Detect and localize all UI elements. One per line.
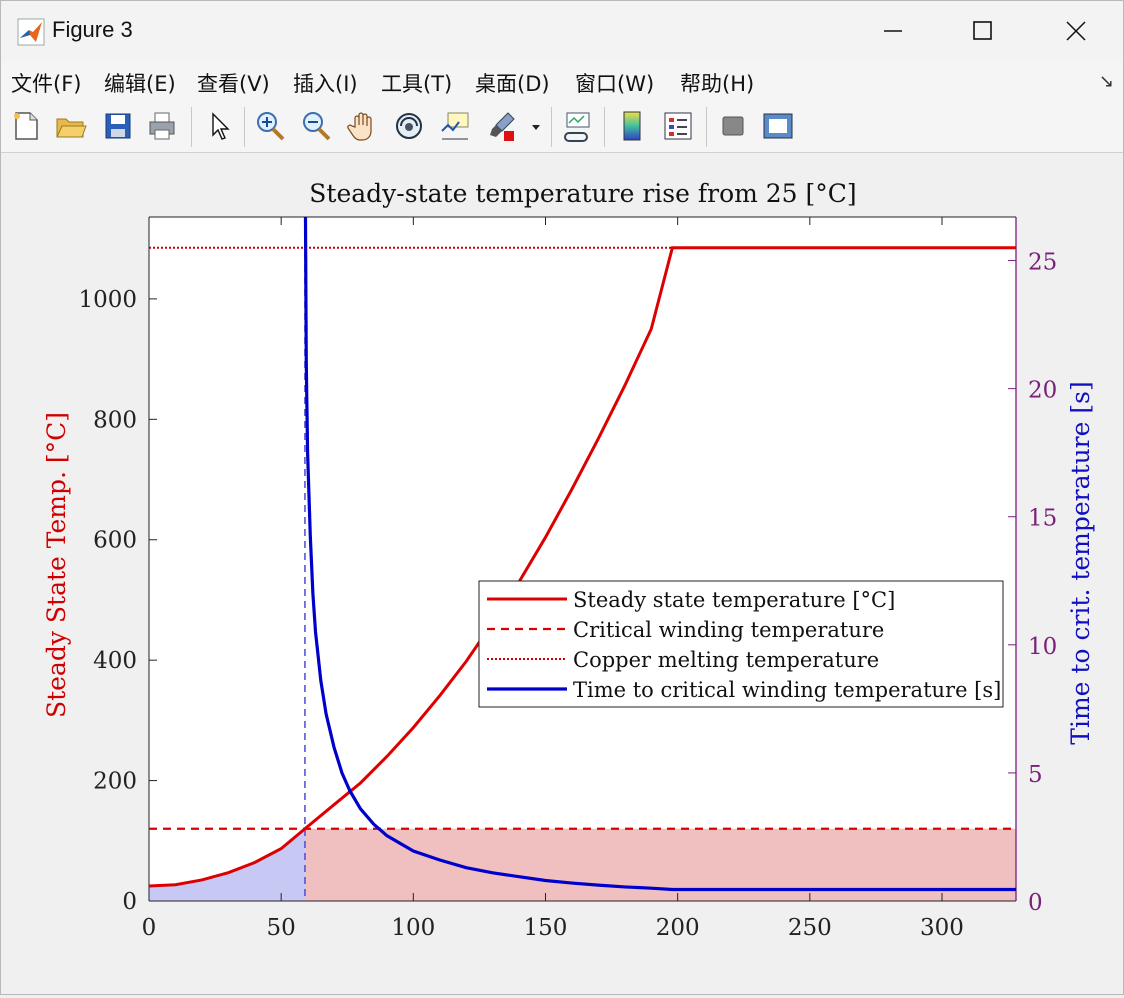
legend-item-label: Steady state temperature [°C] — [573, 588, 895, 612]
minimize-button[interactable] — [873, 13, 913, 49]
y-axis-left-label: Steady State Temp. [°C] — [42, 412, 71, 718]
print-icon[interactable] — [146, 109, 180, 143]
rotate-3d-icon[interactable] — [392, 109, 426, 143]
zoom-in-icon[interactable] — [253, 109, 287, 143]
plot-background — [149, 217, 1016, 901]
plot-area: 0 50 100 150 200 250 300 0 200 400 600 800 1000 0 5 10 1… — [78, 216, 1057, 941]
menu-insert[interactable]: 插入(I) — [293, 68, 358, 98]
menu-desktop[interactable]: 桌面(D) — [475, 68, 550, 98]
x-tick-label: 0 — [142, 915, 157, 941]
menu-edit[interactable]: 编辑(E) — [104, 68, 176, 98]
x-tick-label: 150 — [524, 915, 568, 941]
toolbar-separator — [551, 107, 552, 147]
y-axis-right-label: Time to crit. temperature [s] — [1066, 381, 1095, 744]
y-left-tick-label: 400 — [93, 648, 137, 674]
title-bar: Figure 3 — [1, 1, 1123, 61]
show-plot-tools-icon[interactable] — [761, 109, 795, 143]
figure-window: Figure 3 文件(F) 编辑(E) 查看(V) 插入(I) 工具(T) 桌… — [0, 0, 1124, 995]
legend: Steady state temperature [°C] Critical wi… — [478, 580, 1004, 708]
x-tick-label: 250 — [788, 915, 832, 941]
data-cursor-icon[interactable] — [438, 109, 472, 143]
chart-title: Steady-state temperature rise from 25 [°… — [309, 179, 856, 208]
menu-dock-arrow-icon[interactable]: ↘ — [1099, 71, 1114, 92]
x-tick-label: 100 — [391, 915, 435, 941]
toolbar — [1, 101, 1123, 153]
y-right-tick-label: 5 — [1028, 762, 1043, 788]
link-plot-icon[interactable] — [561, 109, 595, 143]
y-left-tick-label: 800 — [93, 407, 137, 433]
x-tick-label: 50 — [267, 915, 296, 941]
toolbar-separator — [604, 107, 605, 147]
y-right-tick-label: 25 — [1028, 250, 1057, 276]
pointer-icon[interactable] — [203, 109, 237, 143]
x-tick-label: 200 — [656, 915, 700, 941]
close-icon — [1066, 21, 1086, 41]
maximize-button[interactable] — [963, 13, 1003, 49]
x-tick-label: 300 — [920, 915, 964, 941]
menu-view[interactable]: 查看(V) — [197, 68, 270, 98]
zoom-out-icon[interactable] — [299, 109, 333, 143]
close-button[interactable] — [1056, 13, 1096, 49]
pan-hand-icon[interactable] — [346, 109, 380, 143]
save-icon[interactable] — [101, 109, 135, 143]
chart[interactable]: Steady-state temperature rise from 25 [°… — [1, 153, 1123, 994]
hide-plot-tools-icon[interactable] — [716, 109, 750, 143]
open-folder-icon[interactable] — [53, 109, 87, 143]
legend-icon[interactable] — [661, 109, 695, 143]
y-right-tick-label: 20 — [1028, 378, 1057, 404]
toolbar-separator — [706, 107, 707, 147]
toolbar-separator — [191, 107, 192, 147]
legend-item-label: Time to critical winding temperature [s] — [573, 678, 1001, 702]
menu-file[interactable]: 文件(F) — [11, 68, 81, 98]
y-left-tick-label: 0 — [122, 889, 137, 915]
y-left-tick-label: 600 — [93, 528, 137, 554]
menu-bar: 文件(F) 编辑(E) 查看(V) 插入(I) 工具(T) 桌面(D) 窗口(W… — [1, 61, 1123, 102]
y-left-tick-label: 1000 — [78, 287, 137, 313]
new-file-icon[interactable] — [9, 109, 43, 143]
menu-tools[interactable]: 工具(T) — [381, 68, 452, 98]
matlab-app-icon — [17, 18, 45, 46]
colorbar-icon[interactable] — [615, 109, 649, 143]
y-right-tick-label: 10 — [1028, 634, 1057, 660]
y-left-tick-label: 200 — [93, 769, 137, 795]
minimize-icon — [884, 30, 902, 32]
y-right-tick-label: 15 — [1028, 506, 1057, 532]
y-right-tick-label: 0 — [1028, 890, 1043, 916]
window-title: Figure 3 — [52, 17, 133, 42]
menu-help[interactable]: 帮助(H) — [680, 68, 754, 98]
toolbar-separator — [244, 107, 245, 147]
maximize-icon — [973, 21, 992, 40]
brush-icon[interactable] — [484, 109, 518, 143]
legend-item-label: Copper melting temperature — [573, 648, 879, 672]
brush-dropdown-icon[interactable] — [528, 109, 544, 143]
legend-item-label: Critical winding temperature — [573, 618, 884, 642]
figure-canvas[interactable]: Steady-state temperature rise from 25 [°… — [1, 153, 1123, 994]
menu-window[interactable]: 窗口(W) — [575, 68, 654, 98]
